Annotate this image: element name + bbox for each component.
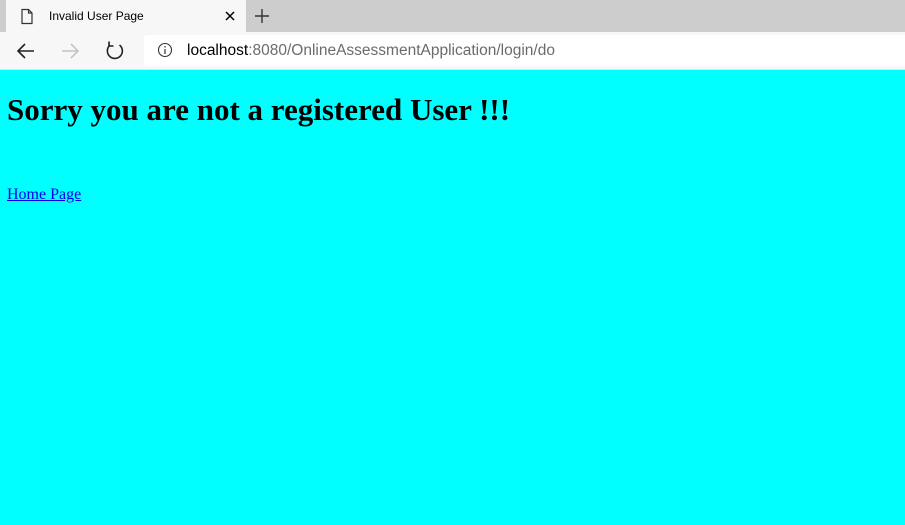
tab-title: Invalid User Page [49,9,144,23]
info-icon[interactable] [157,42,173,58]
address-bar[interactable]: localhost:8080/OnlineAssessmentApplicati… [144,35,905,66]
plus-icon[interactable] [252,6,272,26]
close-icon[interactable] [222,8,238,24]
tab-strip: Invalid User Page [0,0,905,32]
page-icon [19,8,35,25]
browser-toolbar: localhost:8080/OnlineAssessmentApplicati… [0,32,905,70]
reload-icon[interactable] [104,40,126,62]
url-text[interactable]: localhost:8080/OnlineAssessmentApplicati… [187,42,555,60]
page-content: Sorry you are not a registered User !!! … [0,70,905,525]
tab-invalid-user-page[interactable]: Invalid User Page [6,0,246,32]
page-title: Sorry you are not a registered User !!! [7,92,511,127]
home-page-link[interactable]: Home Page [7,186,81,204]
forward-arrow-icon[interactable] [59,40,81,62]
back-arrow-icon[interactable] [15,40,37,62]
url-host: localhost [187,42,249,59]
url-path: :8080/OnlineAssessmentApplication/login/… [248,42,555,59]
